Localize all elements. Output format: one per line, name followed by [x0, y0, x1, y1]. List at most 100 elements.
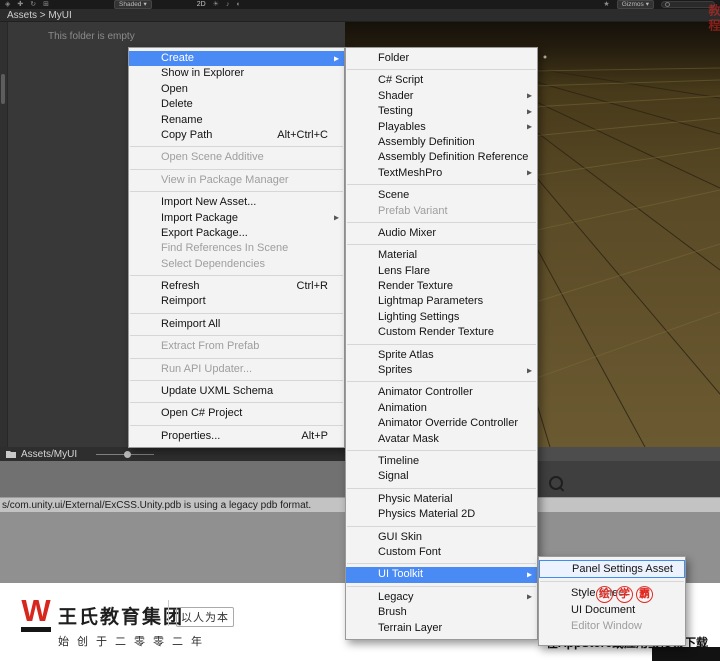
menu-item-physics-material-2d[interactable]: Physics Material 2D	[346, 507, 537, 522]
menu-item-extract-from-prefab: Extract From Prefab	[129, 339, 344, 354]
menu-item-import-package[interactable]: Import Package▸	[129, 211, 344, 226]
menu-item-custom-render-texture[interactable]: Custom Render Texture	[346, 325, 537, 340]
menu-item-label: Timeline	[378, 454, 419, 469]
menu-item-animator-controller[interactable]: Animator Controller	[346, 385, 537, 400]
menu-item-material[interactable]: Material	[346, 248, 537, 263]
console-band-left	[0, 461, 345, 497]
menu-item-render-texture[interactable]: Render Texture	[346, 279, 537, 294]
lighting-toggle-icon[interactable]: ☀	[213, 0, 219, 9]
menu-item-avatar-mask[interactable]: Avatar Mask	[346, 432, 537, 447]
menu-item-label: Custom Font	[378, 545, 441, 560]
project-breadcrumb-bar: Assets > MyUI	[0, 9, 720, 22]
submenu-arrow-icon: ▸	[527, 104, 532, 119]
menu-item-label: Avatar Mask	[378, 432, 439, 447]
menu-item-textmeshpro[interactable]: TextMeshPro▸	[346, 166, 537, 181]
menu-item-folder[interactable]: Folder	[346, 51, 537, 66]
footer-divider	[168, 600, 169, 626]
hand-tool-icon[interactable]: ◈	[5, 0, 10, 9]
menu-item-brush[interactable]: Brush	[346, 605, 537, 620]
menu-item-label: UI Toolkit	[378, 567, 423, 582]
menu-separator	[347, 450, 536, 451]
menu-item-physic-material[interactable]: Physic Material	[346, 492, 537, 507]
menu-item-c-script[interactable]: C# Script	[346, 73, 537, 88]
menu-item-label: Animation	[378, 401, 427, 416]
menu-item-open[interactable]: Open	[129, 82, 344, 97]
breadcrumb[interactable]: Assets > MyUI	[7, 10, 72, 21]
gizmos-dropdown[interactable]: Gizmos ▾	[617, 0, 654, 9]
menu-separator	[347, 381, 536, 382]
scrollbar-thumb[interactable]	[1, 74, 5, 104]
menu-item-label: Signal	[378, 469, 409, 484]
effects-toggle-icon[interactable]: ◐	[236, 0, 240, 9]
menu-item-export-package[interactable]: Export Package...	[129, 226, 344, 241]
favorites-star-icon[interactable]: ★	[603, 0, 609, 9]
menu-item-shader[interactable]: Shader▸	[346, 89, 537, 104]
menu-item-label: GUI Skin	[378, 530, 422, 545]
menu-item-open-c-project[interactable]: Open C# Project	[129, 406, 344, 421]
menu-item-update-uxml-schema[interactable]: Update UXML Schema	[129, 384, 344, 399]
menu-item-playables[interactable]: Playables▸	[346, 120, 537, 135]
menu-item-label: Find References In Scene	[161, 241, 288, 256]
scale-tool-icon[interactable]: ⊞	[43, 0, 49, 9]
menu-item-label: Prefab Variant	[378, 204, 448, 219]
menu-item-copy-path[interactable]: Copy PathAlt+Ctrl+C	[129, 128, 344, 143]
menu-item-label: Open C# Project	[161, 406, 242, 421]
menu-item-ui-document[interactable]: UI Document	[539, 602, 685, 619]
menu-item-label: Panel Settings Asset	[572, 561, 673, 577]
menu-item-animation[interactable]: Animation	[346, 401, 537, 416]
menu-item-refresh[interactable]: RefreshCtrl+R	[129, 279, 344, 294]
audio-toggle-icon[interactable]: ♪	[226, 0, 230, 9]
menu-item-shortcut: Ctrl+R	[297, 279, 328, 294]
menu-item-label: Reimport All	[161, 317, 220, 332]
menu-item-reimport[interactable]: Reimport	[129, 294, 344, 309]
menu-item-signal[interactable]: Signal	[346, 469, 537, 484]
zoom-slider-knob[interactable]	[124, 451, 131, 458]
menu-item-rename[interactable]: Rename	[129, 113, 344, 128]
menu-item-terrain-layer[interactable]: Terrain Layer	[346, 621, 537, 636]
menu-item-legacy[interactable]: Legacy▸	[346, 590, 537, 605]
menu-item-assembly-definition-reference[interactable]: Assembly Definition Reference	[346, 150, 537, 165]
menu-item-assembly-definition[interactable]: Assembly Definition	[346, 135, 537, 150]
menu-item-lighting-settings[interactable]: Lighting Settings	[346, 310, 537, 325]
search-icon	[665, 2, 670, 7]
menu-item-properties[interactable]: Properties...Alt+P	[129, 429, 344, 444]
menu-item-testing[interactable]: Testing▸	[346, 104, 537, 119]
menu-item-label: Scene	[378, 188, 409, 203]
menu-item-lens-flare[interactable]: Lens Flare	[346, 264, 537, 279]
shading-mode-dropdown[interactable]: Shaded ▾	[114, 0, 152, 9]
menu-item-label: Copy Path	[161, 128, 212, 143]
menu-item-label: UI Document	[571, 602, 635, 619]
menu-item-lightmap-parameters[interactable]: Lightmap Parameters	[346, 294, 537, 309]
menu-item-show-in-explorer[interactable]: Show in Explorer	[129, 66, 344, 81]
menu-item-timeline[interactable]: Timeline	[346, 454, 537, 469]
menu-item-label: Open	[161, 82, 188, 97]
menu-item-audio-mixer[interactable]: Audio Mixer	[346, 226, 537, 241]
menu-separator	[347, 526, 536, 527]
menu-item-scene[interactable]: Scene	[346, 188, 537, 203]
panel-scrollbar[interactable]	[0, 22, 8, 447]
menu-item-reimport-all[interactable]: Reimport All	[129, 317, 344, 332]
menu-item-custom-font[interactable]: Custom Font	[346, 545, 537, 560]
zoom-slider[interactable]	[96, 454, 154, 455]
menu-item-label: Open Scene Additive	[161, 150, 264, 165]
menu-item-label: Run API Updater...	[161, 362, 252, 377]
rotate-tool-icon[interactable]: ↻	[30, 0, 36, 9]
menu-item-sprite-atlas[interactable]: Sprite Atlas	[346, 348, 537, 363]
menu-separator	[130, 146, 343, 147]
menu-item-sprites[interactable]: Sprites▸	[346, 363, 537, 378]
menu-item-create[interactable]: Create▸	[129, 51, 344, 66]
menu-item-ui-toolkit[interactable]: UI Toolkit▸	[346, 567, 537, 582]
menu-separator	[130, 191, 343, 192]
menu-separator	[130, 275, 343, 276]
search-icon[interactable]	[549, 476, 563, 490]
menu-item-gui-skin[interactable]: GUI Skin	[346, 530, 537, 545]
menu-item-label: Shader	[378, 89, 413, 104]
menu-item-panel-settings-asset[interactable]: Panel Settings Asset	[539, 560, 685, 578]
menu-item-delete[interactable]: Delete	[129, 97, 344, 112]
move-tool-icon[interactable]: ✚	[17, 0, 23, 9]
menu-separator	[347, 69, 536, 70]
assets-path-bar: Assets/MyUI	[0, 447, 345, 461]
menu-item-animator-override-controller[interactable]: Animator Override Controller	[346, 416, 537, 431]
toggle-2d-button[interactable]: 2D	[197, 0, 206, 9]
menu-item-import-new-asset[interactable]: Import New Asset...	[129, 195, 344, 210]
